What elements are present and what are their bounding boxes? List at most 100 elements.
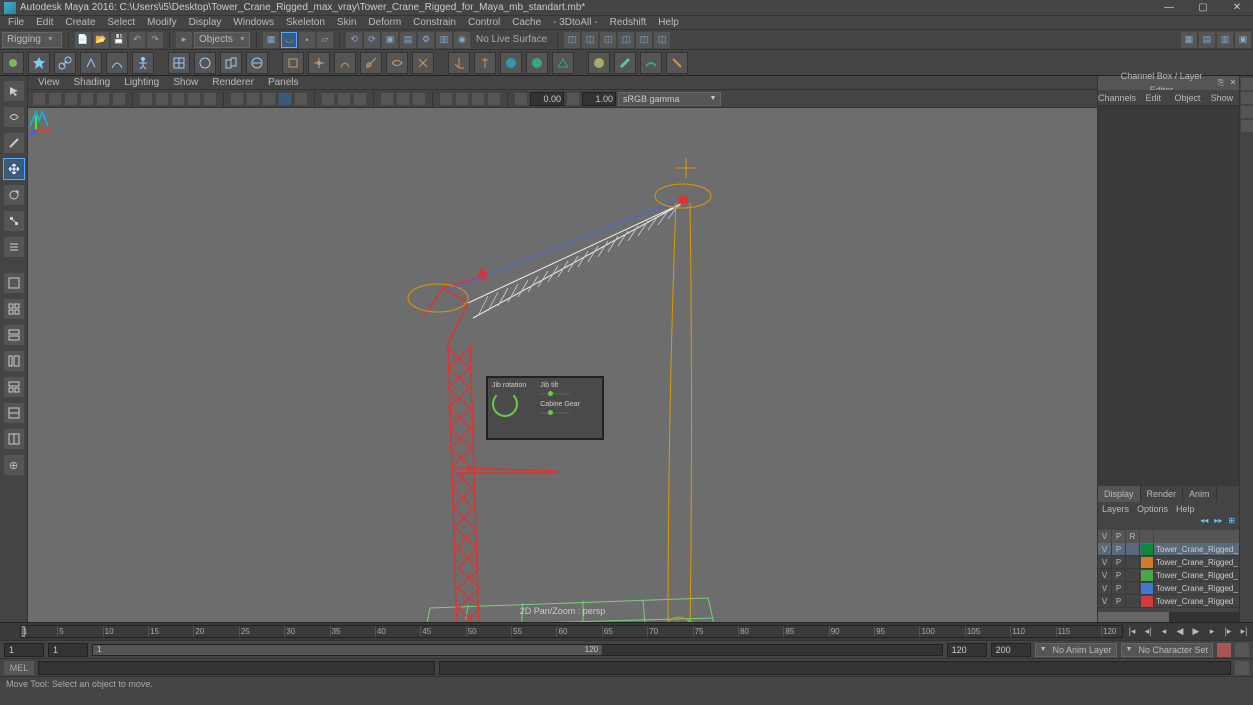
viewport[interactable]: Jib rotation Jib tilt Cabine Gear 2D Pan…: [28, 108, 1097, 622]
vp-bookmark-icon[interactable]: [64, 92, 78, 106]
rotate-tool[interactable]: [3, 184, 25, 206]
select-tool[interactable]: [3, 80, 25, 102]
layout-four-icon[interactable]: [3, 298, 25, 320]
anim-layer-dropdown[interactable]: ▼No Anim Layer: [1035, 643, 1117, 657]
layer-reference-toggle[interactable]: [1126, 556, 1140, 568]
shelf-constraint-e-icon[interactable]: [386, 52, 408, 74]
shelf-pin-icon[interactable]: [2, 52, 24, 74]
open-scene-icon[interactable]: 📂: [93, 32, 109, 48]
layer-tab-render[interactable]: Render: [1141, 486, 1184, 502]
shelf-lattice-icon[interactable]: [168, 52, 190, 74]
time-slider[interactable]: 1510152025303540455055606570758085909510…: [0, 622, 1253, 640]
hypershade-icon[interactable]: ◉: [454, 32, 470, 48]
vp-gate-mask-icon[interactable]: [187, 92, 201, 106]
save-scene-icon[interactable]: 💾: [111, 32, 127, 48]
shelf-paint-c-icon[interactable]: [640, 52, 662, 74]
scale-tool[interactable]: [3, 210, 25, 232]
shelf-constraint-b-icon[interactable]: [308, 52, 330, 74]
vp-smooth-icon[interactable]: [246, 92, 260, 106]
shelf-axis2-icon[interactable]: [474, 52, 496, 74]
shelf-human-icon[interactable]: [132, 52, 154, 74]
render-settings-icon[interactable]: ⚙: [418, 32, 434, 48]
vp-2d-pan-icon[interactable]: [96, 92, 110, 106]
layer-add-icon[interactable]: ⊞: [1228, 516, 1235, 530]
construction-history-icon[interactable]: ⟲: [346, 32, 362, 48]
layer-playback-toggle[interactable]: P: [1112, 595, 1126, 607]
shelf-spline-icon[interactable]: [106, 52, 128, 74]
command-mode-label[interactable]: MEL: [4, 661, 34, 675]
layer-menu-layers[interactable]: Layers: [1102, 502, 1129, 516]
layer-reference-toggle[interactable]: [1126, 582, 1140, 594]
cb-tab-edit[interactable]: Edit: [1136, 90, 1170, 105]
shelf-cluster-icon[interactable]: [194, 52, 216, 74]
layer-playback-toggle[interactable]: P: [1112, 582, 1126, 594]
shelf-nonlinear-icon[interactable]: [246, 52, 268, 74]
menu-modify[interactable]: Modify: [141, 16, 182, 30]
shelf-paint-b-icon[interactable]: [614, 52, 636, 74]
menu-skin[interactable]: Skin: [331, 16, 362, 30]
step-forward-key-button[interactable]: |▸: [1222, 626, 1234, 638]
panel-menu-panels[interactable]: Panels: [262, 77, 305, 88]
layer-color-swatch[interactable]: [1141, 596, 1153, 607]
new-scene-icon[interactable]: 📄: [75, 32, 91, 48]
menu-help[interactable]: Help: [652, 16, 685, 30]
shelf-node-a-icon[interactable]: [500, 52, 522, 74]
layout-custom-icon[interactable]: [3, 428, 25, 450]
layer-color-swatch[interactable]: [1141, 570, 1153, 581]
menu-deform[interactable]: Deform: [362, 16, 407, 30]
menu-edit[interactable]: Edit: [30, 16, 59, 30]
shelf-paint-d-icon[interactable]: [666, 52, 688, 74]
snap-plane-icon[interactable]: ▱: [317, 32, 333, 48]
shelf-constraint-a-icon[interactable]: [282, 52, 304, 74]
vp-grid-icon[interactable]: [139, 92, 153, 106]
shelf-constraint-f-icon[interactable]: [412, 52, 434, 74]
strip-attribute-icon[interactable]: [1241, 92, 1253, 104]
layout-two-h-icon[interactable]: [3, 324, 25, 346]
rig-hud-panel[interactable]: Jib rotation Jib tilt Cabine Gear: [486, 376, 604, 440]
move-tool[interactable]: [3, 158, 25, 180]
last-tool[interactable]: [3, 236, 25, 258]
layer-row[interactable]: VPTower_Crane_Rigged_: [1098, 556, 1239, 569]
shelf-star-icon[interactable]: [28, 52, 50, 74]
layer-move-up-icon[interactable]: ◂◂: [1200, 516, 1208, 530]
layer-scrollbar[interactable]: [1098, 612, 1239, 622]
history-off-icon[interactable]: ⟳: [364, 32, 380, 48]
menu-skeleton[interactable]: Skeleton: [280, 16, 331, 30]
vp-grease-icon[interactable]: [112, 92, 126, 106]
layer-visibility-toggle[interactable]: V: [1098, 582, 1112, 594]
layout-single-icon[interactable]: [3, 272, 25, 294]
layer-visibility-toggle[interactable]: V: [1098, 595, 1112, 607]
vp-xray-icon[interactable]: [337, 92, 351, 106]
menu-constrain[interactable]: Constrain: [407, 16, 462, 30]
shelf-paint-a-icon[interactable]: [588, 52, 610, 74]
prefs-icon[interactable]: [1235, 643, 1249, 657]
select-mode-icon[interactable]: ▸: [176, 32, 192, 48]
strip-channel-box-icon[interactable]: [1241, 120, 1253, 132]
vp-isolate-icon[interactable]: [321, 92, 335, 106]
panel-menu-lighting[interactable]: Lighting: [118, 77, 165, 88]
workspace-dropdown[interactable]: Rigging ▼: [2, 32, 62, 48]
vp-exposure-icon[interactable]: [514, 92, 528, 106]
layer-row[interactable]: VPTower_Crane_Rigged_: [1098, 582, 1239, 595]
shelf-axis-icon[interactable]: [448, 52, 470, 74]
auto-key-icon[interactable]: [1217, 643, 1231, 657]
toggle-c-icon[interactable]: ◫: [600, 32, 616, 48]
channel-box-close-icon[interactable]: ✕: [1227, 76, 1239, 90]
layer-reference-toggle[interactable]: [1126, 543, 1140, 555]
layer-visibility-toggle[interactable]: V: [1098, 543, 1112, 555]
layer-row[interactable]: VPTower_Crane_Rigged: [1098, 595, 1239, 608]
layer-row[interactable]: VPTower_Crane_Rigged_: [1098, 569, 1239, 582]
step-back-button[interactable]: ◂: [1158, 626, 1170, 638]
render-view-icon[interactable]: ▥: [436, 32, 452, 48]
layer-tab-display[interactable]: Display: [1098, 486, 1141, 502]
range-track[interactable]: 1 120: [92, 644, 943, 656]
hud-jib-tilt-slider[interactable]: [540, 393, 570, 395]
layer-visibility-toggle[interactable]: V: [1098, 556, 1112, 568]
vp-textured-icon[interactable]: [262, 92, 276, 106]
ipr-render-icon[interactable]: ▤: [400, 32, 416, 48]
hud-cabine-gear-slider[interactable]: [540, 412, 570, 414]
go-to-start-button[interactable]: |◂: [1126, 626, 1138, 638]
toggle-d-icon[interactable]: ◫: [618, 32, 634, 48]
layer-playback-toggle[interactable]: P: [1112, 543, 1126, 555]
step-forward-button[interactable]: ▸: [1206, 626, 1218, 638]
